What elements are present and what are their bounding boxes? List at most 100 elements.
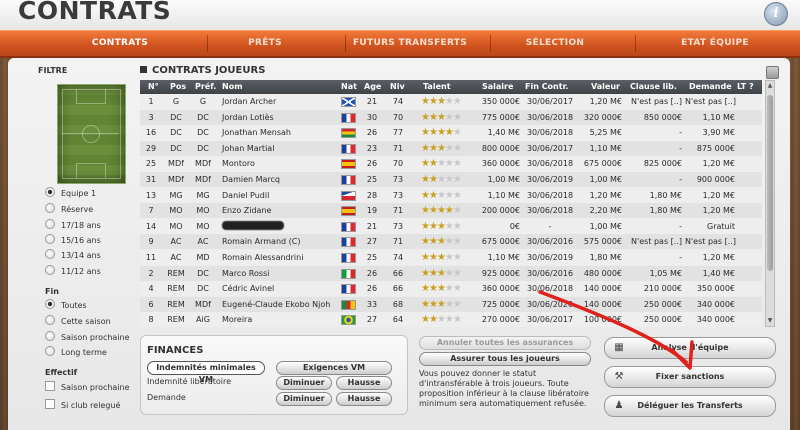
col-salaire[interactable]: Salaire [482,80,513,94]
cell-pos: MO [169,221,183,231]
star-icon: ★ [436,252,446,263]
radio-long-terme[interactable]: Long terme [45,346,107,360]
check-saison-prochaine[interactable]: Saison prochaine [45,381,130,395]
cell-valeur: 480 000€ [583,268,622,278]
cell-nom[interactable]: Eugené-Claude Ekobo Njoh [222,297,330,312]
col-pos[interactable]: Pos [170,80,186,94]
radio-11-12[interactable]: 11/12 ans [45,265,101,279]
table-row[interactable]: 9 AC AC 27 71 675 000€ 30/06/2016 575 000€ N'est… [140,234,762,250]
table-row[interactable]: 11 AC MD 25 74 1,10 M€ 30/06/2019 1,80 M€ -1,20 … [140,250,762,265]
radio-reserve[interactable]: Réserve [45,203,93,217]
star-icon: ★ [436,142,446,154]
table-row[interactable]: 8 REM AiG 27 64 270 000€ 30/06/2017 100 000€ 250… [140,312,762,327]
star-icon: ★ [421,96,430,107]
hausse-demande-button[interactable]: Hausse [336,392,392,406]
table-row[interactable]: 29 DC DC 23 71 800 000€ 30/06/2017 1,10 M€ -875 … [140,140,762,156]
cell-num: 16 [145,128,157,138]
talent-stars: ★★★★★ [421,94,462,109]
tab-futurs-transferts[interactable]: FUTURS TRANSFERTS [345,31,475,56]
star-icon: ★ [452,127,462,139]
table-row[interactable]: 2 REM DC 26 66 925 000€ 30/06/2016 480 000€ 1,05… [140,265,762,281]
star-icon: ★ [436,236,446,248]
fixer-sanctions-button[interactable]: ⚒ Fixer sanctions [604,366,776,388]
cell-nom[interactable]: Montoro [222,156,255,171]
table-row[interactable]: 25 MDf MDf 26 70 360 000€ 30/06/2018 675 000€ 82… [140,156,762,172]
col-lt[interactable]: LT ? [737,80,754,94]
cell-clause: - [679,221,682,231]
info-icon[interactable]: i [764,2,788,26]
table-row[interactable]: 14 MO MO 21 73 0€ -1,00 M€ - Gratuit ★★★★★ [140,218,762,234]
radio-equipe-1[interactable]: Equipe 1 [45,187,96,201]
col-pref[interactable]: Préf. [195,80,216,94]
table-row[interactable]: 7 MO MO 19 71 200 000€ 30/06/2018 2,20 M€ 1,80 M… [140,203,762,219]
table-row[interactable]: 31 MDf MDf 25 73 1,00 M€ 30/06/2019 1,00 M€ -900… [140,172,762,187]
col-valeur[interactable]: Valeur [591,80,620,94]
cell-nom[interactable] [222,219,284,234]
cell-nom[interactable]: Jordan Lotiès [222,110,274,125]
scroll-thumb[interactable] [767,95,773,271]
radio-cette-saison[interactable]: Cette saison [45,315,111,329]
cell-nom[interactable]: Daniel Pudil [222,188,269,203]
pitch-preview [57,84,126,184]
cell-nom[interactable]: Cédric Avinel [222,281,274,296]
table-row[interactable]: 3 DC DC 30 70 775 000€ 30/06/2018 320 000€ 850 0… [140,109,762,125]
radio-17-18[interactable]: 17/18 ans [45,219,101,233]
table-scrollbar[interactable]: ▲ ▼ [765,80,775,327]
table-row[interactable]: 6 REM MDf 33 68 725 000€ 30/06/2020 140 000€ 250… [140,296,762,312]
cell-pos: REM [167,268,185,278]
radio-saison-prochaine[interactable]: Saison prochaine [45,331,130,345]
diminuer-indemnite-button[interactable]: Diminuer [276,376,332,390]
cell-clause: 1,05 M€ [649,268,682,278]
cell-pos: MDf [168,175,184,184]
assurer-joueurs-button[interactable]: Assurer tous les joueurs [419,352,591,366]
col-demande[interactable]: Demande [689,80,732,94]
scroll-down-icon[interactable]: ▼ [766,316,774,326]
col-fin[interactable]: Fin Contr. [525,80,568,94]
table-row[interactable]: 1 G G 21 74 350 000€ 30/06/2017 1,20 M€ N'est pa… [140,94,762,109]
tab-contrats[interactable]: CONTRATS [55,31,185,56]
star-icon: ★ [428,205,438,217]
tab-prets[interactable]: PRÊTS [205,31,325,56]
annuler-assurances-button[interactable]: Annuler toutes les assurances [419,336,591,350]
cell-valeur: 1,00 M€ [589,221,622,231]
cell-demande: 875 000€ [696,143,735,153]
col-niv[interactable]: Niv [390,80,405,94]
col-num[interactable]: N° [148,80,159,94]
col-talent[interactable]: Talent [423,80,451,94]
diminuer-demande-button[interactable]: Diminuer [276,392,332,406]
scroll-up-icon[interactable]: ▲ [766,81,774,91]
cell-nom[interactable]: Johan Martial [222,141,274,156]
cell-nom[interactable]: Moreira [222,312,252,327]
indemnites-minimales-button[interactable]: Indemnités minimales VM [147,361,265,384]
cell-nom[interactable]: Enzo Zidane [222,203,271,218]
hausse-indemnite-button[interactable]: Hausse [336,376,392,390]
tab-selection[interactable]: SÉLECTION [495,31,615,56]
tab-etat-equipe[interactable]: ETAT ÉQUIPE [640,31,790,56]
col-clause[interactable]: Clause lib. [630,80,677,94]
star-icon: ★ [452,189,462,201]
star-icon: ★ [428,267,438,279]
table-row[interactable]: 13 MG MG 28 73 1,10 M€ 30/06/2018 1,20 M€ 1,80 M… [140,187,762,203]
cell-nom[interactable]: Damien Marcq [222,172,280,187]
check-club-relegue[interactable]: Si club relegué [45,399,120,413]
cell-nom[interactable]: Romain Armand (C) [222,234,300,249]
table-row[interactable]: 4 REM DC 26 66 360 000€ 30/06/2018 140 000€ 210 … [140,281,762,297]
col-nom[interactable]: Nom [222,80,243,94]
cell-salaire: 200 000€ [481,206,520,216]
cell-salaire: 270 000€ [481,315,520,325]
col-age[interactable]: Age [364,80,381,94]
cell-nom[interactable]: Marco Rossi [222,266,269,281]
cell-num: 9 [148,237,154,247]
deleguer-transferts-button[interactable]: ♟ Déléguer les Transferts [604,395,776,417]
radio-13-14[interactable]: 13/14 ans [45,249,101,263]
analyse-equipe-button[interactable]: ▦ Analyse d'équipe [604,337,776,359]
col-nat[interactable]: Nat [341,80,357,94]
radio-15-16[interactable]: 15/16 ans [45,234,101,248]
print-icon[interactable] [766,66,779,79]
cell-nom[interactable]: Jordan Archer [222,94,276,109]
exigences-vm-button[interactable]: Exigences VM [276,361,392,375]
cell-nom[interactable]: Jonathan Mensah [222,125,291,140]
table-row[interactable]: 16 DC DC 26 77 1,40 M€ 30/06/2018 5,25 M€ -3,90 … [140,125,762,141]
cell-nom[interactable]: Romain Alessandrini [222,250,303,265]
radio-toutes[interactable]: Toutes [45,299,87,313]
